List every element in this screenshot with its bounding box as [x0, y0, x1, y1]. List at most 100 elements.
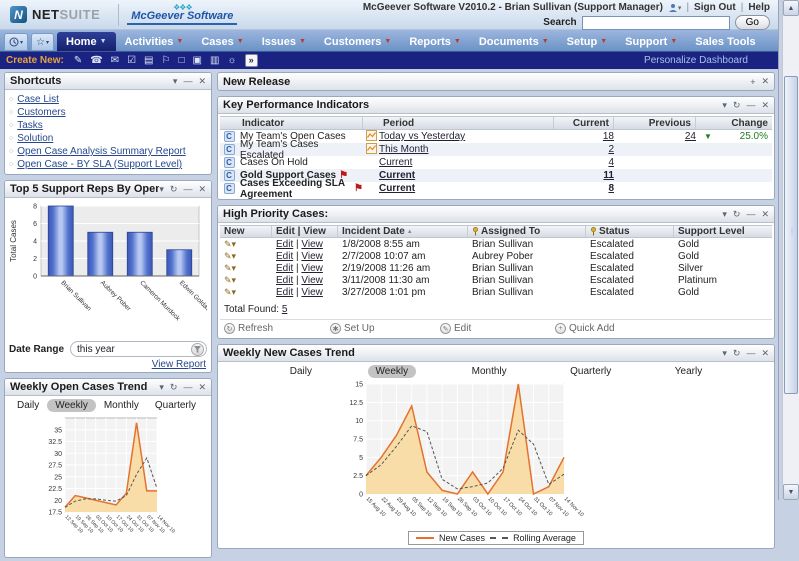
kpi-period-link[interactable]: Current [379, 183, 415, 194]
help-link[interactable]: Help [748, 2, 770, 13]
view-link[interactable]: View [301, 287, 323, 298]
tab-monthly[interactable]: Monthly [464, 365, 515, 378]
view-link[interactable]: View [301, 251, 323, 262]
tab-weekly[interactable]: Weekly [368, 365, 417, 378]
tab-quarterly[interactable]: Quarterly [562, 365, 619, 378]
filter-funnel-icon[interactable] [191, 343, 204, 356]
quick-new-icon[interactable]: ✎▾ [224, 287, 236, 297]
tab-yearly[interactable]: Yearly [204, 399, 212, 412]
panel-minimize-icon[interactable]: — [183, 382, 192, 392]
panel-refresh-icon[interactable]: ↻ [733, 100, 741, 111]
scroll-down-button[interactable]: ▼ [783, 484, 799, 500]
tab-customers[interactable]: Customers▼ [315, 32, 400, 51]
kpi-period-link[interactable]: Current [379, 157, 412, 168]
col-status[interactable]: Status [586, 226, 674, 237]
search-input[interactable] [582, 16, 730, 30]
edit-link[interactable]: Edit [276, 287, 293, 298]
col-support-level[interactable]: Support Level [674, 226, 772, 237]
panel-minimize-icon[interactable]: — [746, 348, 755, 358]
tab-documents[interactable]: Documents▼ [470, 32, 558, 51]
shortcut-case-list[interactable]: Case List [17, 93, 59, 106]
view-report-link[interactable]: View Report [152, 359, 206, 370]
kpi-period-link[interactable]: Today vs Yesterday [379, 131, 465, 142]
kpi-refresh-icon[interactable]: C [224, 170, 235, 181]
tab-sales-tools[interactable]: Sales Tools [686, 32, 764, 51]
sign-out-link[interactable]: Sign Out [694, 2, 736, 13]
quick-new-icon[interactable]: ✎▾ [224, 275, 236, 285]
personalize-dashboard-link[interactable]: Personalize Dashboard [644, 55, 748, 66]
tab-daily[interactable]: Daily [9, 399, 47, 412]
quick-add-button[interactable]: +Quick Add [555, 323, 615, 334]
panel-close-icon[interactable]: ✕ [761, 209, 769, 220]
kpi-current-value[interactable]: 18 [603, 131, 614, 142]
kpi-col-previous[interactable]: Previous [614, 117, 696, 129]
panel-close-icon[interactable]: ✕ [761, 100, 769, 111]
kpi-current-value[interactable]: 8 [608, 183, 614, 194]
edit-link[interactable]: Edit [276, 275, 293, 286]
view-link[interactable]: View [301, 239, 323, 250]
col-assigned-to[interactable]: Assigned To [468, 226, 586, 237]
panel-menu-icon[interactable]: ▾ [722, 348, 727, 359]
panel-close-icon[interactable]: ✕ [198, 184, 206, 195]
trend-graph-icon[interactable] [363, 143, 379, 157]
kpi-refresh-icon[interactable]: C [224, 157, 235, 168]
panel-close-icon[interactable]: ✕ [761, 76, 769, 87]
panel-refresh-icon[interactable]: ↻ [170, 184, 178, 195]
vertical-scrollbar[interactable]: ▲ ⋮ ▼ [782, 0, 799, 500]
panel-expand-icon[interactable]: + [750, 77, 755, 87]
edit-link[interactable]: Edit [276, 263, 293, 274]
kpi-col-current[interactable]: Current [554, 117, 614, 129]
panel-refresh-icon[interactable]: ↻ [170, 382, 178, 393]
kpi-period-link[interactable]: This Month [379, 144, 428, 155]
kpi-refresh-icon[interactable]: C [224, 144, 235, 155]
panel-minimize-icon[interactable]: — [183, 184, 192, 194]
tab-quarterly[interactable]: Quarterly [147, 399, 204, 412]
quick-new-icon[interactable]: ✎▾ [224, 263, 236, 273]
shortcut-open-case-analysis[interactable]: Open Case Analysis Summary Report [17, 145, 185, 158]
more-create-options-button[interactable]: » [245, 54, 258, 67]
panel-menu-icon[interactable]: ▾ [159, 382, 164, 393]
tab-cases[interactable]: Cases▼ [192, 32, 252, 51]
view-link[interactable]: View [301, 263, 323, 274]
panel-refresh-icon[interactable]: ↻ [733, 209, 741, 220]
date-range-select[interactable]: this year [70, 341, 207, 357]
shortcuts-menu-button[interactable]: ☆▾ [31, 33, 54, 51]
search-go-button[interactable]: Go [735, 15, 770, 30]
tab-yearly[interactable]: Yearly [667, 365, 710, 378]
shortcut-customers[interactable]: Customers [17, 106, 65, 119]
tab-monthly[interactable]: Monthly [96, 399, 147, 412]
panel-menu-icon[interactable]: ▾ [722, 100, 727, 111]
new-document-icon[interactable]: □ [178, 55, 184, 66]
panel-minimize-icon[interactable]: — [183, 76, 192, 86]
panel-minimize-icon[interactable]: — [746, 209, 755, 219]
tab-activities[interactable]: Activities▼ [116, 32, 193, 51]
new-email-icon[interactable]: ✉ [111, 55, 119, 66]
new-case-icon[interactable]: ☑ [127, 55, 136, 66]
new-campaign-icon[interactable]: ⚐ [161, 55, 170, 66]
panel-close-icon[interactable]: ✕ [198, 382, 206, 393]
set-up-button[interactable]: ✱Set Up [330, 323, 440, 334]
new-file-icon[interactable]: ▣ [193, 55, 202, 66]
shortcut-open-case-by-sla[interactable]: Open Case - BY SLA (Support Level) [17, 158, 182, 171]
panel-menu-icon[interactable]: ▾ [159, 184, 164, 195]
panel-refresh-icon[interactable]: ↻ [733, 348, 741, 359]
new-task-icon[interactable]: ✎ [74, 55, 82, 66]
shortcut-tasks[interactable]: Tasks [17, 119, 43, 132]
kpi-refresh-icon[interactable]: C [224, 131, 235, 142]
scrollbar-thumb[interactable]: ⋮ [784, 76, 798, 394]
tab-home[interactable]: Home▼ [57, 32, 116, 51]
new-phone-call-icon[interactable]: ☎ [90, 55, 102, 66]
quick-new-icon[interactable]: ✎▾ [224, 239, 236, 249]
kpi-period-link[interactable]: Current [379, 170, 415, 181]
tab-support[interactable]: Support▼ [616, 32, 686, 51]
tab-reports[interactable]: Reports▼ [400, 32, 470, 51]
panel-minimize-icon[interactable]: — [746, 100, 755, 110]
tab-weekly[interactable]: Weekly [47, 399, 96, 412]
trend-graph-icon[interactable] [363, 130, 379, 144]
kpi-current-value[interactable]: 2 [608, 144, 614, 155]
tab-setup[interactable]: Setup▼ [558, 32, 617, 51]
recent-records-button[interactable]: ▾ [4, 33, 28, 51]
edit-link[interactable]: Edit [276, 251, 293, 262]
panel-menu-icon[interactable]: ▾ [722, 209, 727, 220]
edit-link[interactable]: Edit [276, 239, 293, 250]
